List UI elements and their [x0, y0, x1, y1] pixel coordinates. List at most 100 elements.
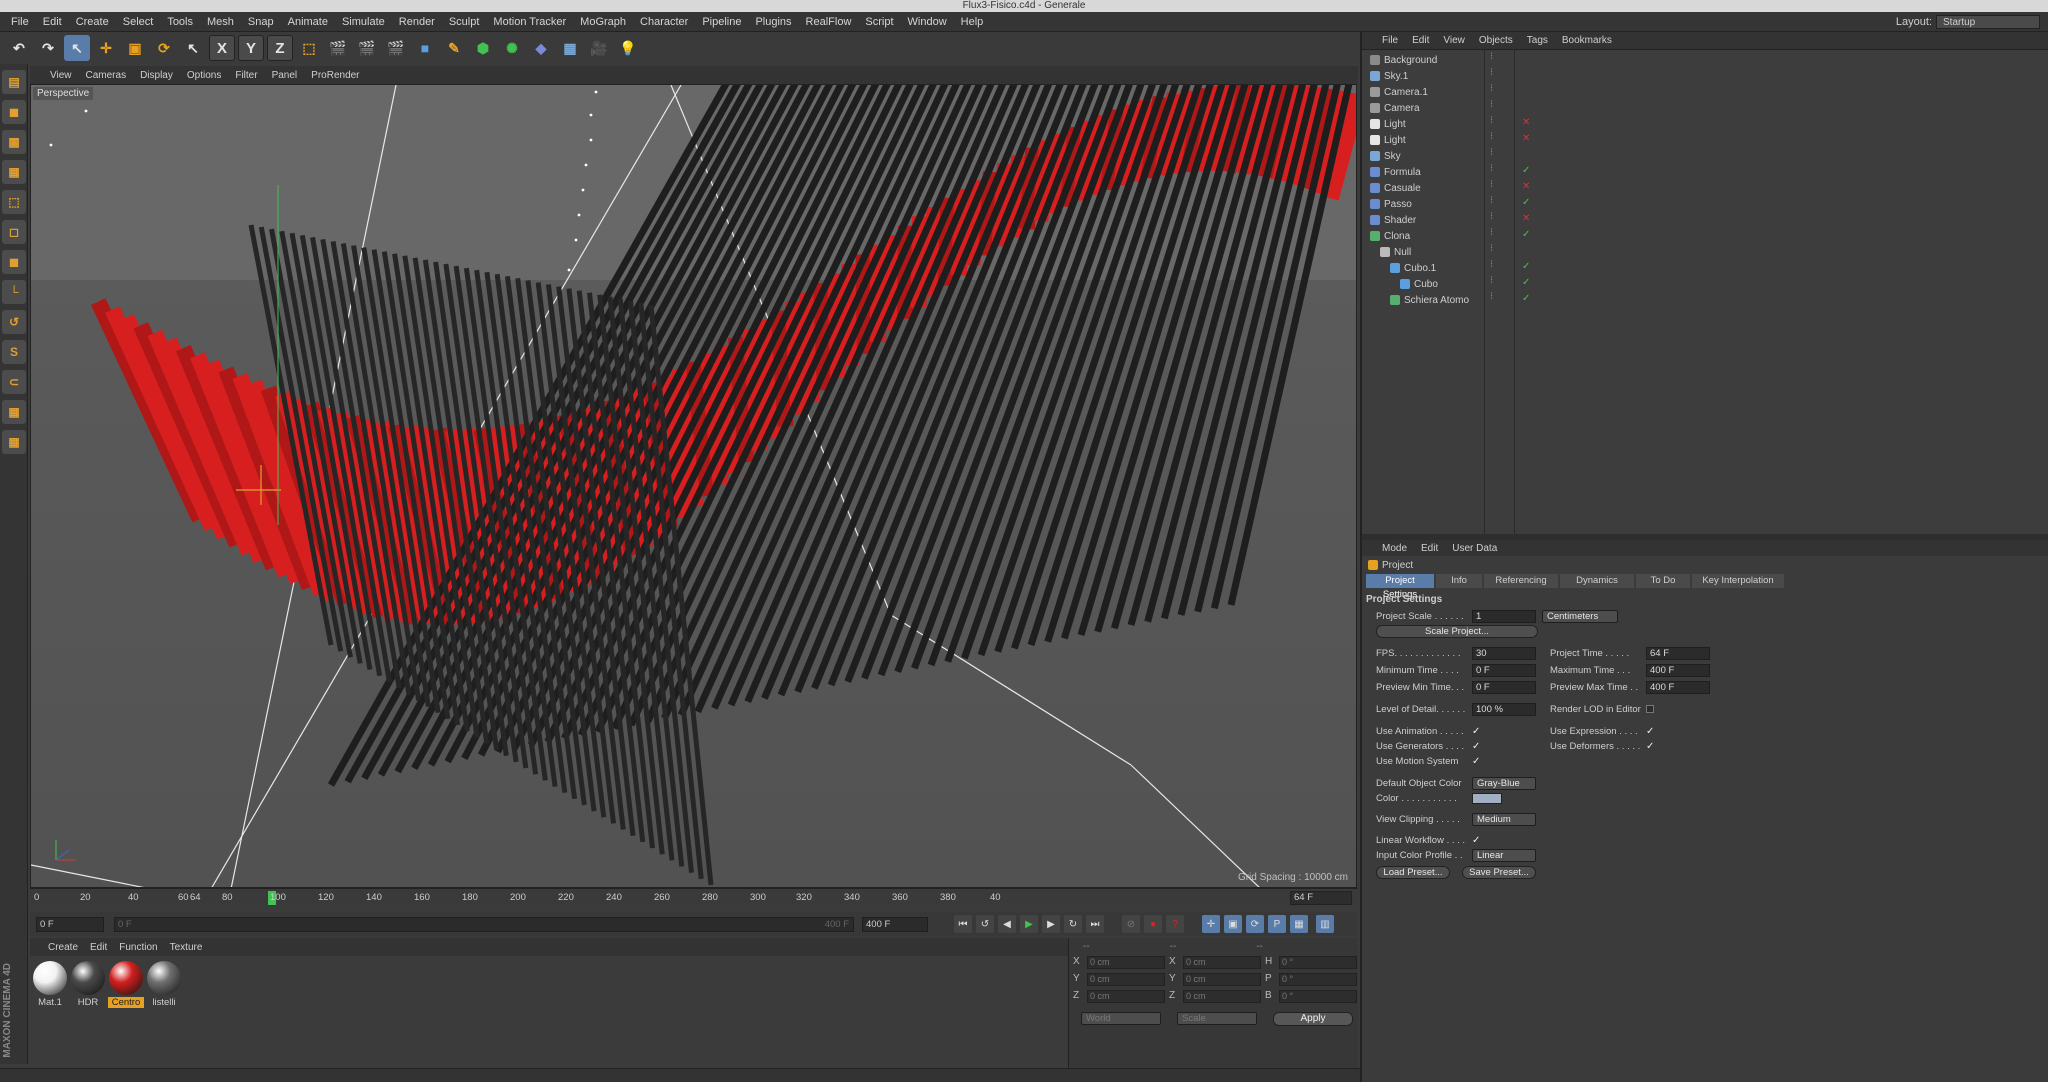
- visibility-dots-icon[interactable]: ⁝: [1490, 163, 1493, 174]
- z-axis-toggle[interactable]: Z: [267, 35, 293, 61]
- object-row[interactable]: Passo: [1370, 196, 1412, 212]
- cube-object-icon[interactable]: ■: [412, 35, 438, 61]
- use-generators-checkbox[interactable]: ✓: [1472, 741, 1482, 752]
- texture-mode-icon[interactable]: ▩: [2, 130, 26, 154]
- light-icon[interactable]: 💡: [615, 35, 641, 61]
- object-row[interactable]: Schiera Atomo: [1390, 292, 1469, 308]
- visibility-dots-icon[interactable]: ⁝: [1490, 147, 1493, 158]
- visibility-dots-icon[interactable]: ⁝: [1490, 83, 1493, 94]
- render-settings-icon[interactable]: 🎬: [383, 35, 409, 61]
- object-name[interactable]: Formula: [1384, 167, 1421, 178]
- key-parameter-icon[interactable]: P: [1268, 915, 1286, 933]
- go-to-end-icon[interactable]: ⏭: [1086, 915, 1104, 933]
- use-animation-checkbox[interactable]: ✓: [1472, 726, 1482, 737]
- coord-position-field[interactable]: 0 cm: [1087, 973, 1165, 986]
- lod-field[interactable]: 100 %: [1472, 702, 1536, 716]
- object-menu-edit[interactable]: Edit: [1406, 35, 1435, 46]
- object-menu-file[interactable]: File: [1376, 35, 1404, 46]
- object-name[interactable]: Cubo.1: [1404, 263, 1436, 274]
- model-mode-icon[interactable]: ◼: [2, 100, 26, 124]
- input-color-profile-dropdown[interactable]: Linear: [1472, 848, 1536, 862]
- menu-mesh[interactable]: Mesh: [200, 16, 241, 28]
- visibility-dots-icon[interactable]: ⁝: [1490, 179, 1493, 190]
- object-name[interactable]: Cubo: [1414, 279, 1438, 290]
- prev-frame-icon[interactable]: ◀: [998, 915, 1016, 933]
- project-scale-field[interactable]: 1: [1472, 609, 1536, 623]
- visibility-dots-icon[interactable]: ⁝: [1490, 243, 1493, 254]
- scale-tool-icon[interactable]: ▣: [122, 35, 148, 61]
- layout-dropdown[interactable]: Startup: [1936, 15, 2040, 29]
- viewport-scene[interactable]: [31, 85, 1357, 888]
- render-lod-checkbox[interactable]: [1646, 705, 1654, 713]
- visibility-dots-icon[interactable]: ⁝: [1490, 195, 1493, 206]
- attribute-menu-edit[interactable]: Edit: [1415, 543, 1444, 554]
- object-row[interactable]: Formula: [1370, 164, 1421, 180]
- object-name[interactable]: Null: [1394, 247, 1411, 258]
- menu-mograph[interactable]: MoGraph: [573, 16, 633, 28]
- project-scale-unit-dropdown[interactable]: Centimeters: [1542, 609, 1618, 623]
- project-time-field[interactable]: 64 F: [1646, 646, 1710, 660]
- object-status-flag[interactable]: ✕: [1522, 213, 1530, 224]
- object-menu-bookmarks[interactable]: Bookmarks: [1556, 35, 1618, 46]
- object-status-flag[interactable]: ✓: [1522, 229, 1530, 240]
- object-row[interactable]: Shader: [1370, 212, 1416, 228]
- coord-size-field[interactable]: 0 cm: [1183, 956, 1261, 969]
- preview-max-field[interactable]: 400 F: [1646, 680, 1710, 694]
- array-icon[interactable]: ✺: [499, 35, 525, 61]
- visibility-dots-icon[interactable]: ⁝: [1490, 99, 1493, 110]
- save-preset-button[interactable]: Save Preset...: [1462, 866, 1536, 879]
- material-menu-function[interactable]: Function: [115, 942, 161, 953]
- object-menu-objects[interactable]: Objects: [1473, 35, 1519, 46]
- object-name[interactable]: Sky: [1384, 151, 1401, 162]
- visibility-dots-icon[interactable]: ⁝: [1490, 115, 1493, 126]
- lock-workplane-icon[interactable]: ▦: [2, 400, 26, 424]
- coord-size-field[interactable]: 0 cm: [1183, 990, 1261, 1003]
- viewport-menu-display[interactable]: Display: [134, 70, 179, 81]
- timeline-ruler[interactable]: 64 F 0 20 40 60 64 80 100 120 140 160 180 200 220 240…: [30, 888, 1358, 906]
- tab-referencing[interactable]: Referencing: [1484, 574, 1558, 588]
- attribute-menu-user-data[interactable]: User Data: [1446, 543, 1503, 554]
- menu-create[interactable]: Create: [69, 16, 116, 28]
- material-centro[interactable]: Centro: [108, 960, 144, 1008]
- key-rotation-icon[interactable]: ⟳: [1246, 915, 1264, 933]
- object-name[interactable]: Camera: [1384, 103, 1420, 114]
- key-pla-icon[interactable]: ▦: [1290, 915, 1308, 933]
- menu-simulate[interactable]: Simulate: [335, 16, 392, 28]
- visibility-dots-icon[interactable]: ⁝: [1490, 259, 1493, 270]
- object-row[interactable]: Cubo: [1400, 276, 1438, 292]
- frame-range-slider[interactable]: 0 F 400 F: [114, 916, 854, 932]
- object-name[interactable]: Sky.1: [1384, 71, 1408, 82]
- max-time-field[interactable]: 400 F: [1646, 663, 1710, 677]
- object-name[interactable]: Camera.1: [1384, 87, 1428, 98]
- recent-tool-icon[interactable]: ↖: [180, 35, 206, 61]
- coord-rotation-field[interactable]: 0 °: [1279, 973, 1357, 986]
- visibility-dots-icon[interactable]: ⁝: [1490, 131, 1493, 142]
- material-mat-1[interactable]: Mat.1: [32, 960, 68, 1008]
- menu-plugins[interactable]: Plugins: [748, 16, 798, 28]
- select-tool-icon[interactable]: ↖: [64, 35, 90, 61]
- magnet-icon[interactable]: ⊂: [2, 370, 26, 394]
- deformer-icon[interactable]: ◆: [528, 35, 554, 61]
- use-motion-system-checkbox[interactable]: ✓: [1472, 756, 1482, 767]
- viewport-menu-view[interactable]: View: [44, 70, 78, 81]
- fps-field[interactable]: 30: [1472, 646, 1536, 660]
- menu-character[interactable]: Character: [633, 16, 695, 28]
- scale-dropdown[interactable]: Scale: [1177, 1012, 1257, 1025]
- object-name[interactable]: Passo: [1384, 199, 1412, 210]
- planar-workplane-icon[interactable]: ▦: [2, 430, 26, 454]
- visibility-dots-icon[interactable]: ⁝: [1490, 275, 1493, 286]
- start-frame-field[interactable]: 0 F: [36, 916, 104, 932]
- object-status-flag[interactable]: ✓: [1522, 197, 1530, 208]
- camera-icon[interactable]: 🎥: [586, 35, 612, 61]
- menu-pipeline[interactable]: Pipeline: [695, 16, 748, 28]
- visibility-dots-icon[interactable]: ⁝: [1490, 291, 1493, 302]
- object-menu-view[interactable]: View: [1437, 35, 1471, 46]
- tab-dynamics[interactable]: Dynamics: [1560, 574, 1634, 588]
- object-status-flag[interactable]: ✓: [1522, 277, 1530, 288]
- coord-size-field[interactable]: 0 cm: [1183, 973, 1261, 986]
- viewport-menu-filter[interactable]: Filter: [229, 70, 263, 81]
- menu-file[interactable]: File: [4, 16, 36, 28]
- prev-key-icon[interactable]: ↺: [976, 915, 994, 933]
- coord-rotation-field[interactable]: 0 °: [1279, 990, 1357, 1003]
- visibility-dots-icon[interactable]: ⁝: [1490, 51, 1493, 62]
